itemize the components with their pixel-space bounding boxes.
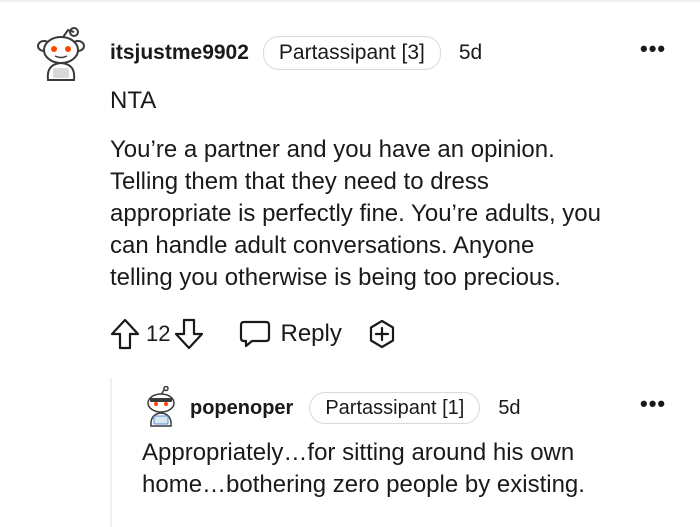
- add-award-icon: [369, 319, 394, 349]
- comment-username[interactable]: itsjustme9902: [110, 41, 249, 65]
- reply-more-options-button[interactable]: •••: [640, 393, 666, 415]
- snoo-avatar-icon: [147, 385, 175, 427]
- comment-body-line-5: telling you otherwise is being too preci…: [110, 264, 561, 291]
- snoo-avatar-icon: [37, 27, 85, 81]
- reply-username[interactable]: popenoper: [190, 397, 293, 420]
- reply-age[interactable]: 5d: [498, 397, 520, 420]
- reply-button[interactable]: Reply: [238, 319, 342, 349]
- reply-body-line-2: home…bothering zero people by existing.: [142, 471, 585, 498]
- top-divider: [0, 0, 700, 2]
- comment-body-line-3: appropriate is perfectly fine. You’re ad…: [110, 200, 601, 227]
- avatar-itsjustme9902[interactable]: [34, 26, 88, 82]
- comment-body-line-2: Telling them that they need to dress: [110, 168, 489, 195]
- reply-user-flair: Partassipant [1]: [309, 392, 481, 424]
- reply-label: Reply: [280, 320, 342, 347]
- user-flair: Partassipant [3]: [262, 36, 441, 70]
- downvote-arrow-icon: [175, 318, 204, 350]
- comment-body-line-4: can handle adult conversations. Anyone: [110, 232, 535, 259]
- comment-body-line-1: You’re a partner and you have an opinion…: [110, 136, 555, 163]
- upvote-button[interactable]: [110, 318, 140, 350]
- comment-actions: 12 Reply: [110, 316, 398, 352]
- upvote-arrow-icon: [110, 318, 140, 350]
- comment-age[interactable]: 5d: [459, 41, 482, 65]
- give-award-button[interactable]: [366, 318, 398, 350]
- avatar-popenoper[interactable]: [142, 385, 180, 428]
- vote-score: 12: [146, 321, 171, 346]
- reply-body-line-1: Appropriately…for sitting around his own: [142, 439, 575, 466]
- reply-header: popenoper Partassipant [1] 5d: [190, 392, 521, 424]
- downvote-button[interactable]: [174, 318, 204, 350]
- more-options-button[interactable]: •••: [640, 38, 666, 60]
- comment-verdict: NTA: [110, 87, 157, 114]
- comment-header: itsjustme9902 Partassipant [3] 5d: [110, 36, 482, 70]
- speech-bubble-icon: [240, 320, 271, 348]
- thread-line[interactable]: [110, 378, 112, 527]
